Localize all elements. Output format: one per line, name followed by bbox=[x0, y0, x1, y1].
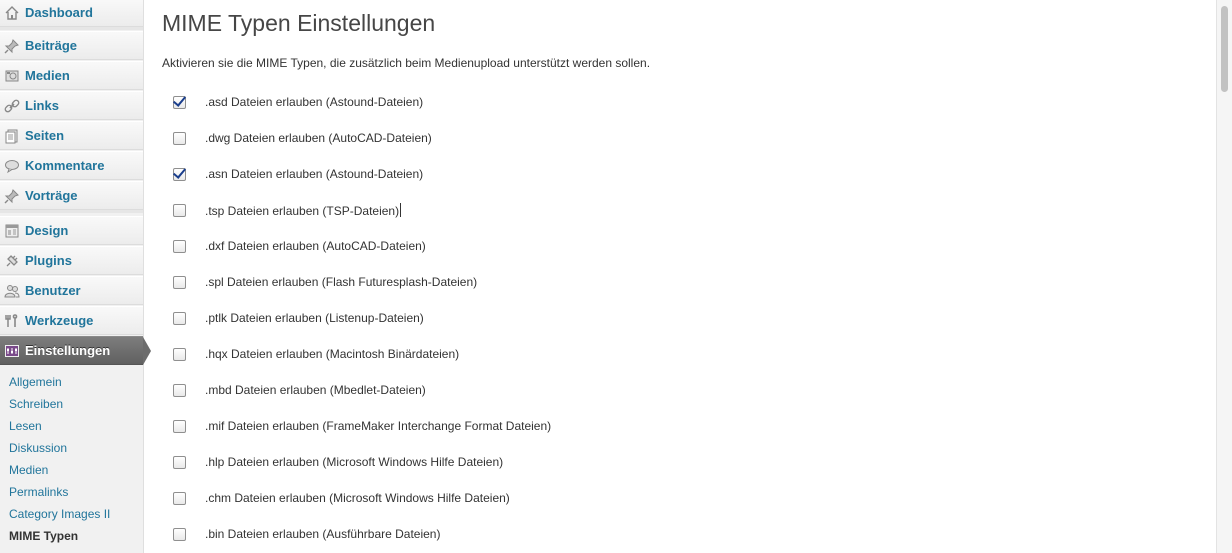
mime-option-row: .chm Dateien erlauben (Microsoft Windows… bbox=[173, 488, 510, 508]
submenu-item-medien[interactable]: Medien bbox=[9, 463, 48, 477]
mime-option-label[interactable]: .bin Dateien erlauben (Ausführbare Datei… bbox=[205, 527, 440, 541]
sidebar-item-medien[interactable]: Medien bbox=[0, 61, 143, 90]
sidebar-item-label: Medien bbox=[25, 68, 70, 83]
mime-option-label[interactable]: .hqx Dateien erlauben (Macintosh Binärda… bbox=[205, 347, 459, 361]
submenu-item-schreiben[interactable]: Schreiben bbox=[9, 397, 63, 411]
sidebar-item-label: Vorträge bbox=[25, 188, 78, 203]
mime-option-label[interactable]: .asd Dateien erlauben (Astound-Dateien) bbox=[205, 95, 423, 109]
mime-option-row: .mif Dateien erlauben (FrameMaker Interc… bbox=[173, 416, 551, 436]
mime-option-checkbox[interactable] bbox=[173, 347, 186, 361]
scrollbar[interactable] bbox=[1216, 0, 1232, 553]
mime-option-checkbox[interactable] bbox=[173, 527, 186, 541]
mime-option-label[interactable]: .dwg Dateien erlauben (AutoCAD-Dateien) bbox=[205, 131, 432, 145]
mime-option-row: .asd Dateien erlauben (Astound-Dateien) bbox=[172, 92, 423, 112]
admin-sidebar: Dashboard Beiträge Medien Links Seiten K… bbox=[0, 0, 151, 553]
main-content: MIME Typen Einstellungen Aktivieren sie … bbox=[144, 0, 1216, 553]
sidebar-item-links[interactable]: Links bbox=[0, 91, 143, 120]
sidebar-item-label: Werkzeuge bbox=[25, 313, 94, 328]
sidebar-item-label: Kommentare bbox=[25, 158, 105, 173]
submenu-item-allgemein[interactable]: Allgemein bbox=[9, 375, 62, 389]
mime-option-row: .dwg Dateien erlauben (AutoCAD-Dateien) bbox=[173, 128, 432, 148]
pages-icon bbox=[3, 127, 21, 145]
page-title: MIME Typen Einstellungen bbox=[162, 10, 436, 36]
mime-option-row: .mbd Dateien erlauben (Mbedlet-Dateien) bbox=[173, 380, 426, 400]
sidebar-item-einstellungen[interactable]: Einstellungen bbox=[0, 336, 151, 365]
checkmark-icon bbox=[172, 92, 187, 107]
pin-icon bbox=[3, 37, 21, 55]
mime-option-row: .hqx Dateien erlauben (Macintosh Binärda… bbox=[173, 344, 459, 364]
mime-option-row: .hlp Dateien erlauben (Microsoft Windows… bbox=[173, 452, 503, 472]
mime-option-label[interactable]: .tsp Dateien erlauben (TSP-Dateien) bbox=[205, 202, 402, 218]
users-icon bbox=[3, 282, 21, 300]
mime-option-label[interactable]: .dxf Dateien erlauben (AutoCAD-Dateien) bbox=[205, 239, 426, 253]
mime-option-row: .asn Dateien erlauben (Astound-Dateien) bbox=[172, 164, 423, 184]
media-icon bbox=[3, 67, 21, 85]
sidebar-item-label: Beiträge bbox=[25, 38, 78, 53]
mime-option-label[interactable]: .chm Dateien erlauben (Microsoft Windows… bbox=[205, 491, 510, 505]
menu-separator bbox=[0, 210, 143, 213]
mime-option-label[interactable]: .mif Dateien erlauben (FrameMaker Interc… bbox=[205, 419, 551, 433]
mime-option-checkbox[interactable] bbox=[172, 92, 187, 109]
mime-option-label[interactable]: .spl Dateien erlauben (Flash Futuresplas… bbox=[205, 275, 477, 289]
submenu-item-diskussion[interactable]: Diskussion bbox=[9, 441, 67, 455]
submenu-item-mime-typen[interactable]: MIME Typen bbox=[9, 529, 78, 543]
scrollbar-thumb[interactable] bbox=[1221, 6, 1228, 92]
mime-option-checkbox[interactable] bbox=[173, 491, 186, 505]
sidebar-item-seiten[interactable]: Seiten bbox=[0, 121, 143, 150]
tools-icon bbox=[3, 312, 21, 330]
comment-icon bbox=[3, 157, 21, 175]
design-icon bbox=[3, 222, 21, 240]
mime-option-checkbox[interactable] bbox=[173, 455, 186, 469]
sidebar-item-kommentare[interactable]: Kommentare bbox=[0, 151, 143, 180]
text-caret bbox=[400, 202, 402, 217]
sidebar-item-plugins[interactable]: Plugins bbox=[0, 246, 143, 275]
sidebar-item-design[interactable]: Design bbox=[0, 216, 143, 245]
sidebar-item-werkzeuge[interactable]: Werkzeuge bbox=[0, 306, 143, 335]
mime-option-label[interactable]: .hlp Dateien erlauben (Microsoft Windows… bbox=[205, 455, 503, 469]
mime-option-label[interactable]: .ptlk Dateien erlauben (Listenup-Dateien… bbox=[205, 311, 424, 325]
pin-icon bbox=[3, 187, 21, 205]
sidebar-item-label: Seiten bbox=[25, 128, 65, 143]
mime-option-checkbox[interactable] bbox=[173, 131, 186, 145]
mime-option-checkbox[interactable] bbox=[173, 419, 186, 433]
mime-option-checkbox[interactable] bbox=[173, 239, 186, 253]
sidebar-item-dashboard[interactable]: Dashboard bbox=[0, 0, 143, 27]
sidebar-item-benutzer[interactable]: Benutzer bbox=[0, 276, 143, 305]
sidebar-item-label: Design bbox=[25, 223, 69, 238]
sidebar-item-label: Einstellungen bbox=[25, 343, 111, 358]
menu-separator bbox=[0, 27, 143, 30]
mime-option-checkbox[interactable] bbox=[173, 383, 186, 397]
sidebar-item-label: Benutzer bbox=[25, 283, 81, 298]
mime-option-row: .ptlk Dateien erlauben (Listenup-Dateien… bbox=[173, 308, 424, 328]
mime-option-checkbox[interactable] bbox=[173, 203, 186, 217]
submenu-item-category-images[interactable]: Category Images II bbox=[9, 507, 110, 521]
dashboard-icon bbox=[3, 4, 21, 22]
sidebar-item-label: Links bbox=[25, 98, 59, 113]
submenu-item-lesen[interactable]: Lesen bbox=[9, 419, 42, 433]
mime-option-row: .dxf Dateien erlauben (AutoCAD-Dateien) bbox=[173, 236, 426, 256]
mime-option-label[interactable]: .asn Dateien erlauben (Astound-Dateien) bbox=[205, 167, 423, 181]
mime-option-label[interactable]: .mbd Dateien erlauben (Mbedlet-Dateien) bbox=[205, 383, 426, 397]
sidebar-item-vortraege[interactable]: Vorträge bbox=[0, 181, 143, 210]
submenu-item-permalinks[interactable]: Permalinks bbox=[9, 485, 68, 499]
mime-option-row: .bin Dateien erlauben (Ausführbare Datei… bbox=[173, 524, 440, 544]
sidebar-item-beitraege[interactable]: Beiträge bbox=[0, 31, 143, 60]
settings-icon bbox=[3, 342, 21, 360]
mime-option-row: .spl Dateien erlauben (Flash Futuresplas… bbox=[173, 272, 477, 292]
checkmark-icon bbox=[172, 164, 187, 179]
sidebar-item-label: Plugins bbox=[25, 253, 72, 268]
sidebar-item-label: Dashboard bbox=[25, 5, 93, 20]
link-icon bbox=[3, 97, 21, 115]
mime-option-row: .tsp Dateien erlauben (TSP-Dateien) bbox=[173, 200, 402, 220]
intro-text: Aktivieren sie die MIME Typen, die zusät… bbox=[162, 56, 651, 70]
mime-option-checkbox[interactable] bbox=[172, 164, 187, 181]
mime-option-checkbox[interactable] bbox=[173, 275, 186, 289]
plugin-icon bbox=[3, 252, 21, 270]
mime-option-checkbox[interactable] bbox=[173, 311, 186, 325]
